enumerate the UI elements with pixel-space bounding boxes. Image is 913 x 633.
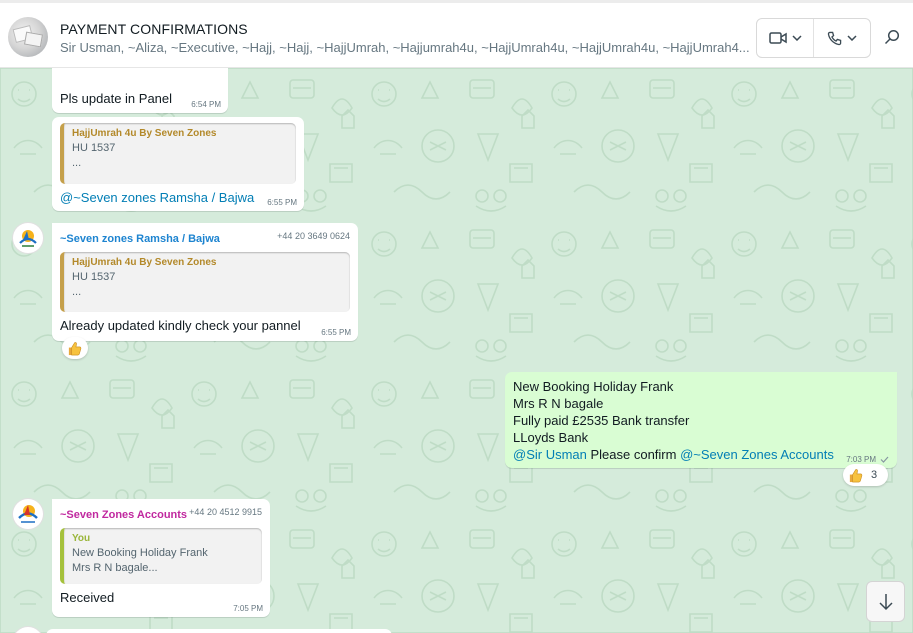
arrow-down-icon [878, 593, 893, 610]
search-button[interactable] [884, 29, 904, 49]
video-camera-icon [768, 32, 787, 44]
quoted-message[interactable]: HajjUmrah 4u By Seven Zones HU 1537 ... [60, 123, 296, 184]
message-time: 7:03 PM [846, 455, 876, 464]
mention-link[interactable]: @Sir Usman [513, 447, 587, 462]
quoted-message[interactable]: HajjUmrah 4u By Seven Zones HU 1537 ... [60, 252, 350, 312]
voice-call-button[interactable] [813, 19, 870, 57]
message-bubble[interactable]: ~Seven zones Ramsha / Bajwa +44 20 3649 … [52, 223, 358, 341]
video-call-button[interactable] [757, 19, 813, 57]
quoted-author: HajjUmrah 4u By Seven Zones [72, 128, 217, 139]
search-icon [884, 29, 900, 45]
message-text: Already updated kindly check your pannel [60, 318, 301, 333]
message-bubble[interactable]: Pls update in Panel 6:54 PM [52, 68, 228, 113]
reaction-count: 3 [871, 469, 878, 481]
message-text: Pls update in Panel [60, 91, 173, 106]
message-text-fragment: Please confirm [586, 447, 681, 462]
message-mentions-line: @Sir Usman Please confirm @~Seven Zones … [513, 446, 889, 463]
seven-zones-logo [19, 230, 37, 247]
message-reaction[interactable] [62, 337, 88, 359]
sender-name[interactable]: ~Seven zones Ramsha / Bajwa [60, 231, 220, 247]
message-bubble-partial[interactable] [46, 629, 392, 633]
thumbs-up-icon [68, 341, 82, 355]
call-controls [756, 18, 871, 58]
message-reaction[interactable]: 3 [843, 464, 888, 486]
mention-link[interactable]: @~Seven zones Ramsha / Bajwa [60, 189, 296, 206]
message-time: 7:05 PM [233, 604, 263, 613]
message-bubble-outgoing[interactable]: New Booking Holiday Frank Mrs R N bagale… [505, 372, 897, 468]
quoted-author: HajjUmrah 4u By Seven Zones [72, 257, 217, 268]
phone-icon [827, 31, 842, 45]
sender-phone: +44 20 4512 9915 [189, 507, 262, 517]
chevron-down-icon [791, 35, 802, 41]
chevron-down-icon [847, 35, 857, 41]
thumbs-up-icon [849, 468, 863, 482]
quoted-author: You [72, 533, 91, 544]
quoted-message[interactable]: You New Booking Holiday Frank Mrs R N ba… [60, 528, 262, 584]
quoted-text: HU 1537 ... [72, 142, 116, 169]
message-time: 6:55 PM [267, 198, 297, 207]
message-time: 6:54 PM [191, 100, 221, 109]
message-time-status: 7:03 PM [846, 455, 889, 464]
message-text: Received [60, 590, 115, 605]
message-time: 6:55 PM [321, 328, 351, 337]
quoted-text: New Booking Holiday Frank Mrs R N bagale… [72, 547, 208, 574]
chat-members[interactable]: Sir Usman, ~Aliza, ~Executive, ~Hajj, ~H… [60, 40, 750, 55]
scroll-to-bottom-button[interactable] [866, 581, 905, 622]
chat-header: PAYMENT CONFIRMATIONS Sir Usman, ~Aliza,… [0, 0, 913, 68]
mention-link[interactable]: @~Seven Zones Accounts [680, 447, 834, 462]
sent-check-icon [880, 456, 889, 463]
sender-avatar[interactable] [13, 223, 43, 253]
chat-area[interactable]: Pls update in Panel 6:54 PM HajjUmrah 4u… [0, 68, 913, 633]
quoted-text: HU 1537 ... [72, 271, 116, 298]
message-text: New Booking Holiday Frank Mrs R N bagale… [513, 379, 690, 445]
sender-phone: +44 20 3649 0624 [277, 231, 350, 241]
group-avatar[interactable] [8, 17, 48, 57]
message-bubble[interactable]: ~Seven Zones Accounts +44 20 4512 9915 Y… [52, 499, 270, 617]
chat-title[interactable]: PAYMENT CONFIRMATIONS [60, 21, 248, 37]
sender-avatar[interactable] [13, 499, 43, 529]
seven-zones-logo [18, 505, 38, 523]
message-bubble[interactable]: HajjUmrah 4u By Seven Zones HU 1537 ... … [52, 117, 304, 211]
sender-name[interactable]: ~Seven Zones Accounts [60, 507, 187, 523]
